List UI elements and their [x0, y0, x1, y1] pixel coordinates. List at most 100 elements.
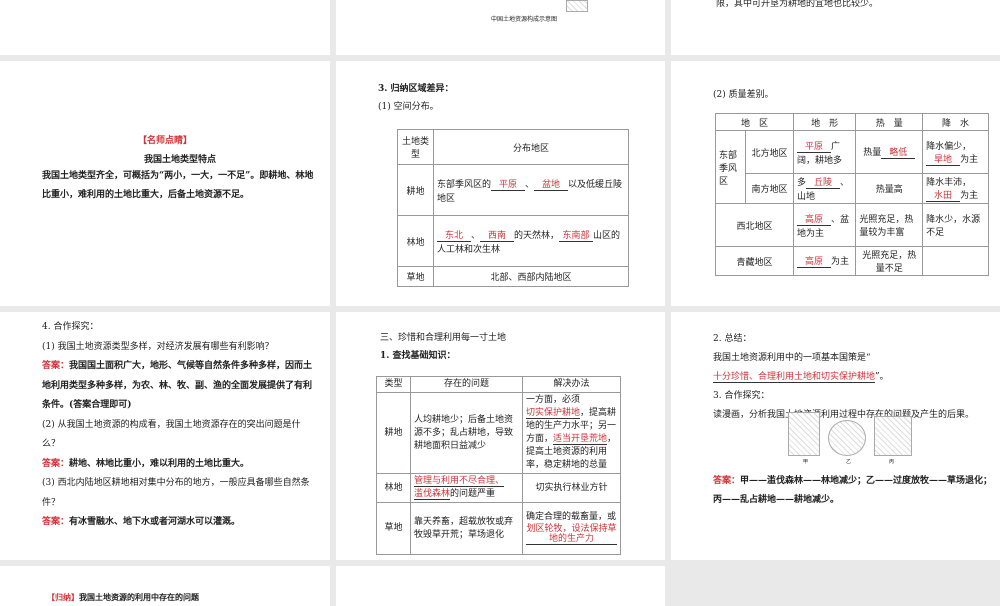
slide-land-use: 三、珍惜和合理利用每一寸土地 1. 查找基础知识： 类型 存在的问题 解决办法 耕地… [336, 312, 665, 560]
text: 青藏地区 [715, 246, 794, 276]
comic-overgrazing [828, 420, 866, 456]
slide-top-middle: 中国土地资源构成示意图 [336, 0, 665, 55]
text: 南方地区 [745, 173, 794, 204]
answer-blank: 管理与利用不尽合理、 [414, 476, 505, 487]
section-heading: 三、珍惜和合理利用每一寸土地 [380, 333, 507, 343]
text: 为主 [960, 154, 979, 165]
text: 、 [471, 230, 481, 241]
text: 林地 [397, 215, 434, 267]
answer-blank: 丘陵 [806, 178, 841, 189]
text: 草地 [376, 502, 411, 555]
text: 切实执行林业方针 [522, 473, 621, 503]
text: 降水丰沛， [926, 178, 972, 188]
text: 乙 [846, 459, 852, 465]
text: 为主 [960, 191, 979, 201]
answer-blank: 旱地 [926, 155, 961, 166]
text: 答案： [42, 517, 70, 527]
comic-deforestation [788, 412, 820, 456]
inquiry-heading: 4. 合作探究： [42, 322, 99, 332]
text: 热量 [863, 148, 882, 158]
text: 降水少，水源不足 [922, 203, 989, 247]
comic-land-occupation [874, 416, 912, 456]
text: 北部、西部内陆地区 [433, 266, 629, 287]
slide-top-right: 限，其中可开垦为耕地的宜地也比较少。 [671, 0, 1000, 55]
text: 人均耕地少；后备土地资源不多；乱占耕地，导致耕地面积日益减少 [410, 392, 523, 474]
figure-caption: 中国土地资源构成示意图 [491, 16, 558, 23]
slide-bottom-left: 【归纳】我国土地资源的利用中存在的问题 [0, 566, 330, 606]
text: 类型 [376, 376, 411, 393]
text: 存在的问题 [410, 376, 523, 393]
land-use-table: 类型 存在的问题 解决办法 耕地 人均耕地少；后备土地资源不多；乱占耕地，导致耕地面积… [376, 376, 621, 555]
text: 分布地区 [433, 129, 629, 165]
inquiry-heading: 3. 合作探究： [713, 391, 770, 401]
question-2: (2) 从我国土地资源的构成看，我国土地资源存在的突出问题是什么？ [42, 419, 301, 450]
distribution-table: 土地类型 分布地区 耕地 东部季风区的 平原、盆地 以及低缓丘陵地区 林地 东北、西南… [397, 129, 629, 287]
text: 降水偏少， [926, 141, 972, 152]
summary-heading: 2. 总结： [713, 334, 752, 344]
text: 多 [797, 178, 807, 188]
quality-table: 地 区地 形热 量降 水 东部季风区 北方地区 平原 广阔，耕地多 热量 略低 降水偏… [715, 113, 989, 276]
answer-blank: 水田 [926, 191, 961, 202]
text: 解决办法 [522, 376, 621, 393]
text: 甲 [803, 459, 809, 465]
answer-blank: 划区轮牧，设法保持草地的生产力 [526, 524, 617, 545]
answer-blank: 适当开垦荒地 [553, 434, 608, 445]
answer-blank: 高原 [797, 257, 831, 268]
text: 、 [525, 179, 535, 190]
comic-answer: 甲——滥伐森林——林地减少；乙——过度放牧——草场退化；丙——乱占耕地——耕地减… [713, 476, 993, 505]
text: 答案： [42, 361, 70, 371]
text: 地 形 [792, 113, 857, 131]
slide-top-left [0, 0, 330, 55]
answer-blank: 盆地 [534, 180, 569, 191]
slide-quality-difference: (2) 质量差别。 地 区地 形热 量降 水 东部季风区 北方地区 平原 广阔，耕地… [671, 61, 1000, 306]
text: 答案： [42, 458, 70, 469]
slide-teacher-tip: 【名师点睛】 我国土地类型特点 我国土地类型齐全，可概括为“两小，一大，一不足”… [0, 61, 330, 306]
text: 的问题严重 [450, 489, 496, 499]
text: 土地类型 [397, 129, 434, 165]
answer-blank: 东南部 [559, 231, 594, 242]
text: 耕地 [376, 392, 411, 474]
answer-3: 有冰雪融水、地下水或者河湖水可以灌溉。 [69, 517, 241, 527]
slide-bottom-middle [336, 566, 665, 606]
slide-cooperative-inquiry: 4. 合作探究： (1) 我国土地资源类型多样，对经济发展有哪些有利影响？ 答案… [0, 312, 330, 560]
answer-blank: 平原 [797, 142, 831, 153]
question-3: (3) 西北内陆地区耕地相对集中分布的地方，一般应具备哪些自然条件？ [42, 478, 310, 508]
text: 丙 [889, 459, 895, 465]
text: 西北地区 [715, 203, 794, 247]
text: 地 区 [715, 113, 794, 131]
text: 降 水 [922, 113, 989, 131]
text: 【归纳】 [47, 592, 79, 602]
text: ”。 [875, 372, 889, 382]
policy-answer: 十分珍惜、合理利用土地和切实保护耕地 [713, 372, 876, 383]
answer-blank: 平原 [491, 180, 526, 191]
slide-summary: 2. 总结： 我国土地资源利用中的一项基本国策是“ 十分珍惜、合理利用土地和切实保… [671, 312, 1000, 560]
land-resource-figure [566, 0, 588, 12]
tip-tag: 【名师点睛】 [137, 136, 192, 146]
slide-spatial-distribution: 3. 归纳区域差异： (1) 空间分布。 土地类型 分布地区 耕地 东部季风区的平… [336, 61, 665, 306]
text: 光照充足，热量不足 [855, 246, 924, 276]
text: 的天然林， [514, 230, 560, 241]
text: 为主 [831, 257, 850, 267]
text: 耕地 [397, 164, 434, 216]
tip-title: 我国土地类型特点 [143, 155, 216, 165]
text: 东部季风区的 [437, 179, 492, 190]
text: 光照充足，热量较为丰富 [855, 203, 924, 247]
answer-blank: 西南 [480, 231, 515, 242]
continued-text: 限，其中可开垦为耕地的宜地也比较少。 [716, 0, 879, 9]
text: 我国土地资源利用中的一项基本国策是“ [713, 353, 871, 363]
answer-blank: 切实保护耕地 [526, 408, 581, 419]
text: 林地 [376, 473, 411, 503]
answer-blank: 东北 [437, 231, 471, 242]
text: 答案： [713, 476, 741, 486]
text: 草地 [397, 266, 434, 287]
tip-text: 我国土地类型齐全，可概括为“两小，一大，一不足”。即耕地、林地比重小，难利用的土… [42, 171, 314, 200]
text: 确定合理的载畜量，或 [526, 512, 617, 522]
subsection-heading: (1) 空间分布。 [378, 102, 439, 112]
answer-blank: 滥伐森林 [414, 489, 451, 500]
text: 我国土地资源的利用中存在的问题 [79, 592, 199, 602]
text: 东部季风区 [715, 130, 746, 204]
text: 北方地区 [745, 130, 794, 174]
question-1: (1) 我国土地资源类型多样，对经济发展有哪些有利影响？ [42, 341, 274, 352]
text: 热量高 [855, 173, 924, 204]
answer-2: 耕地、林地比重小，难以利用的土地比重大。 [69, 458, 250, 469]
